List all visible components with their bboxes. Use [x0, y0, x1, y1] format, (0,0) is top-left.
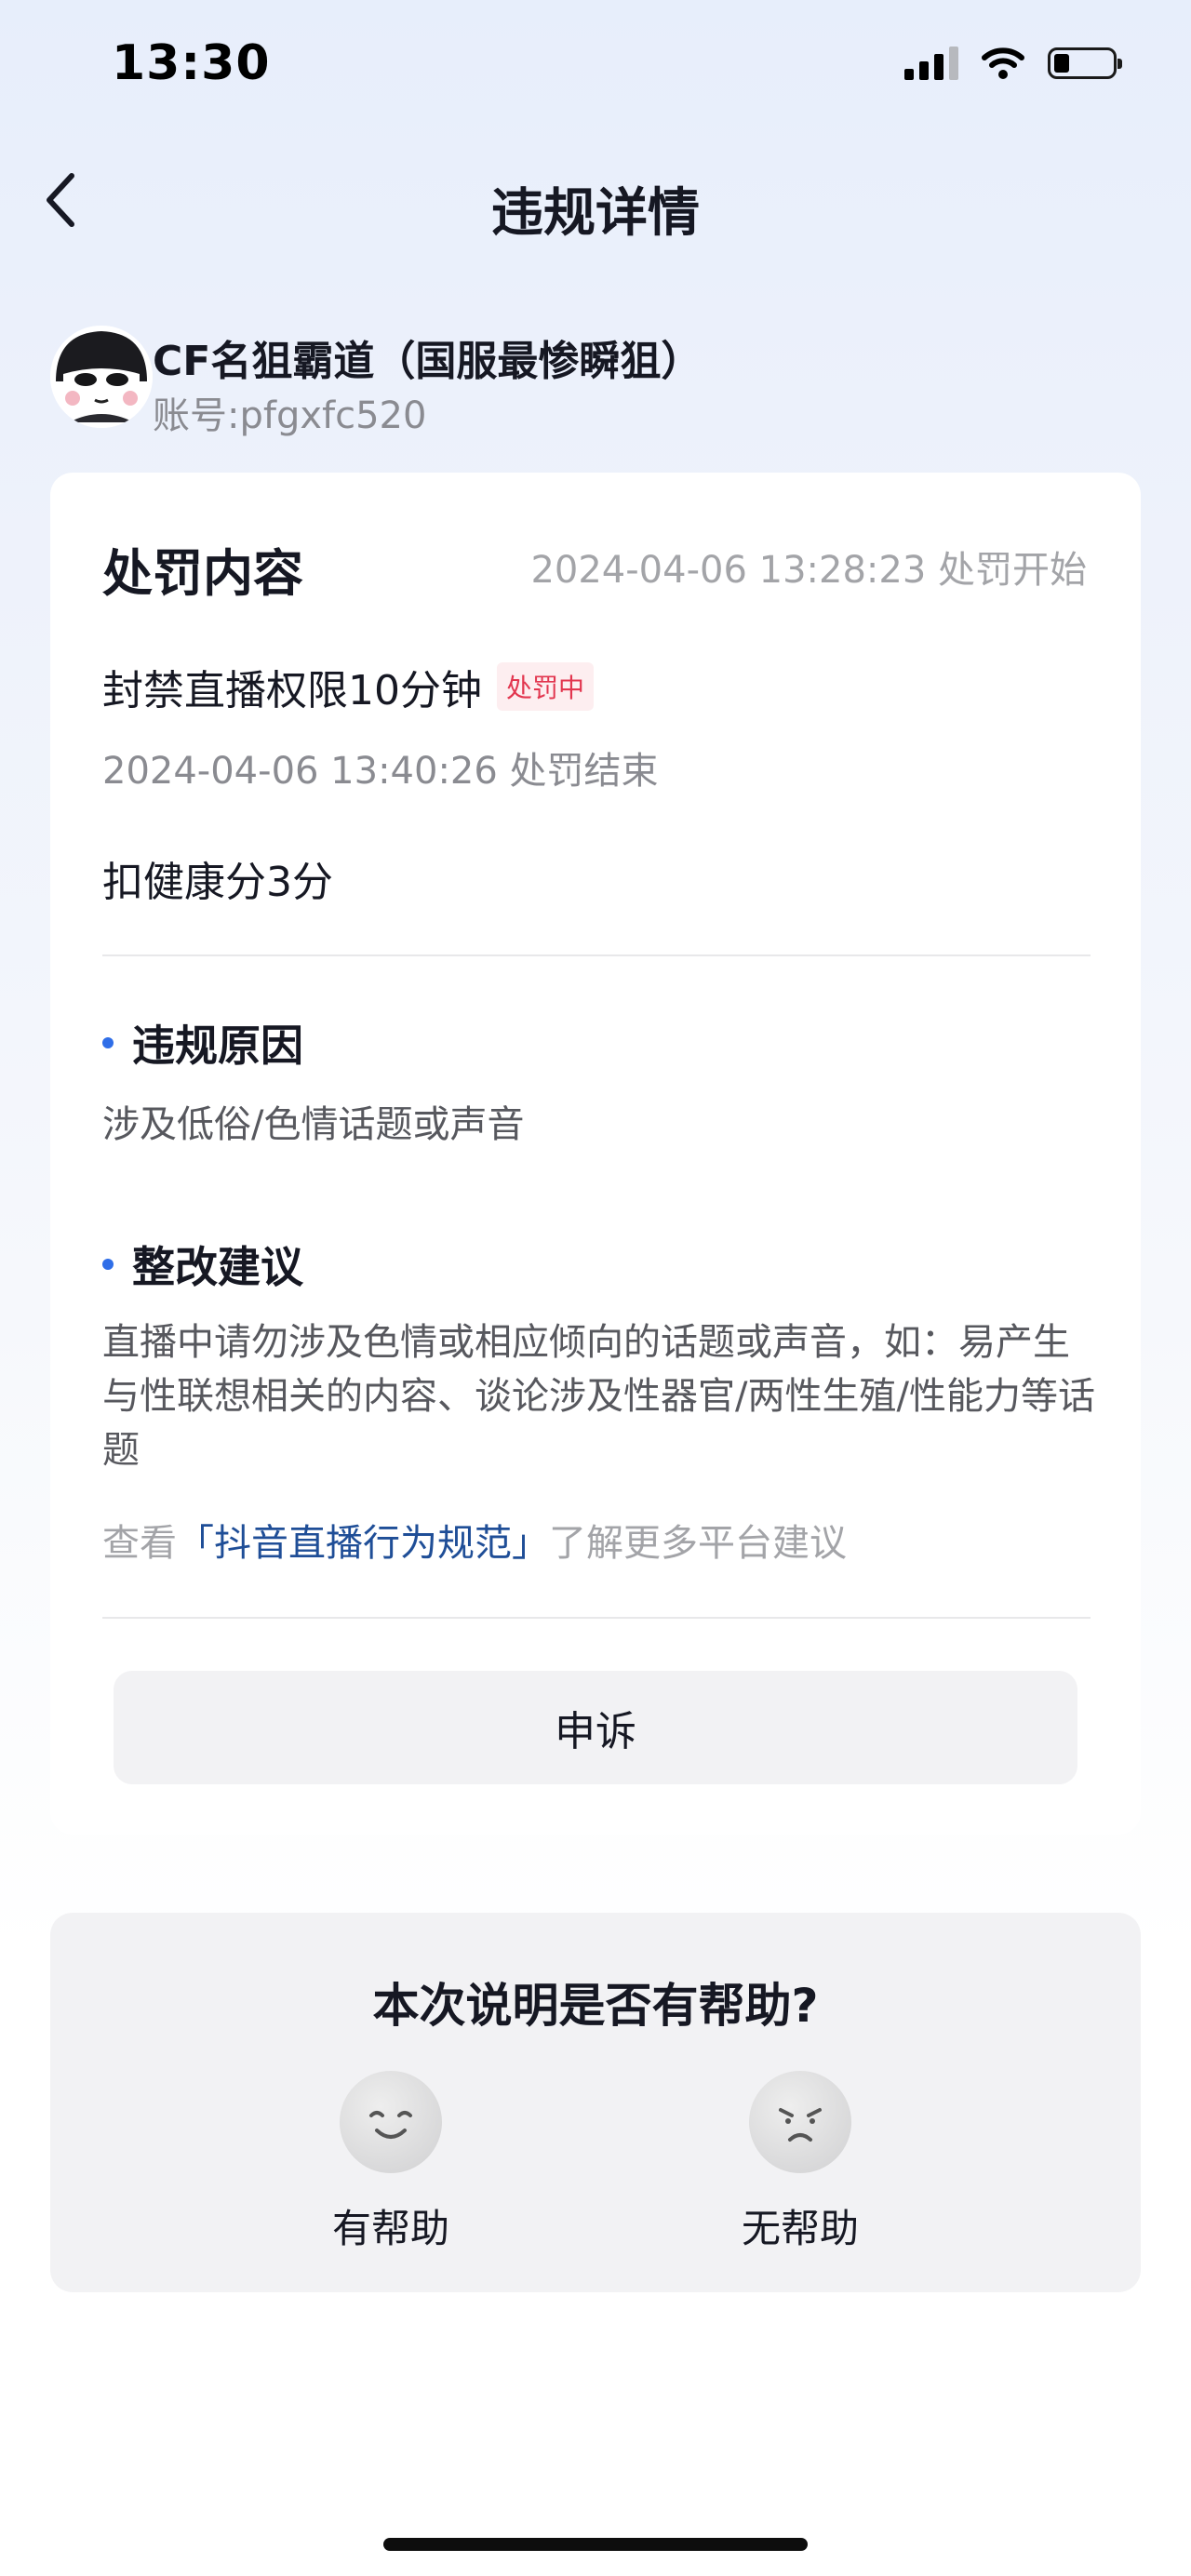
suggestion-title: 整改建议: [102, 1234, 303, 1295]
frown-face-icon: [749, 2071, 851, 2173]
rule-prefix: 查看: [102, 1522, 177, 1565]
rule-link[interactable]: 「抖音直播行为规范」: [177, 1522, 549, 1565]
divider: [102, 1617, 1091, 1619]
penalty-start-time: 2024-04-06 13:28:23 处罚开始: [530, 549, 1087, 592]
battery-icon: [1048, 47, 1122, 79]
avatar-image: [50, 326, 153, 428]
user-name: CF名狙霸道（国服最惨瞬狙）: [153, 338, 703, 385]
helpful-label: 有帮助: [331, 2206, 449, 2251]
reason-title-text: 违规原因: [132, 1021, 303, 1071]
account-id: 账号:pfgxfc520: [153, 394, 427, 437]
cellular-signal-icon: [904, 47, 958, 80]
status-badge: 处罚中: [497, 662, 595, 711]
helpful-button[interactable]: 有帮助: [298, 2071, 484, 2254]
reason-title: 违规原因: [102, 1012, 303, 1074]
not-helpful-label: 无帮助: [741, 2206, 859, 2251]
bullet-dot-icon: [102, 1037, 114, 1048]
rule-suffix: 了解更多平台建议: [549, 1522, 847, 1565]
penalty-end-time: 2024-04-06 13:40:26 处罚结束: [102, 750, 659, 793]
rule-line: 查看「抖音直播行为规范」了解更多平台建议: [102, 1513, 847, 1567]
appeal-button[interactable]: 申诉: [114, 1671, 1077, 1784]
avatar[interactable]: [50, 326, 153, 428]
not-helpful-button[interactable]: 无帮助: [707, 2071, 893, 2254]
smile-face-icon: [340, 2071, 442, 2173]
status-time: 13:30: [112, 35, 271, 91]
page-title: 违规详情: [491, 183, 700, 244]
bullet-dot-icon: [102, 1259, 114, 1270]
feedback-question: 本次说明是否有帮助?: [372, 1979, 819, 2033]
suggestion-text: 直播中请勿涉及色情或相应倾向的话题或声音，如：易产生与性联想相关的内容、谈论涉及…: [102, 1321, 1095, 1472]
reason-text: 涉及低俗/色情话题或声音: [102, 1103, 525, 1146]
penalty-section-title: 处罚内容: [102, 544, 303, 603]
status-icons: [904, 47, 1122, 80]
penalty-line: 封禁直播权限10分钟 处罚中: [102, 657, 595, 716]
penalty-text: 封禁直播权限10分钟: [102, 667, 482, 714]
wifi-icon: [982, 47, 1024, 79]
home-indicator[interactable]: [383, 2538, 808, 2551]
health-score-deduction: 扣健康分3分: [102, 859, 333, 906]
divider: [102, 954, 1091, 956]
suggestion-title-text: 整改建议: [132, 1242, 303, 1292]
